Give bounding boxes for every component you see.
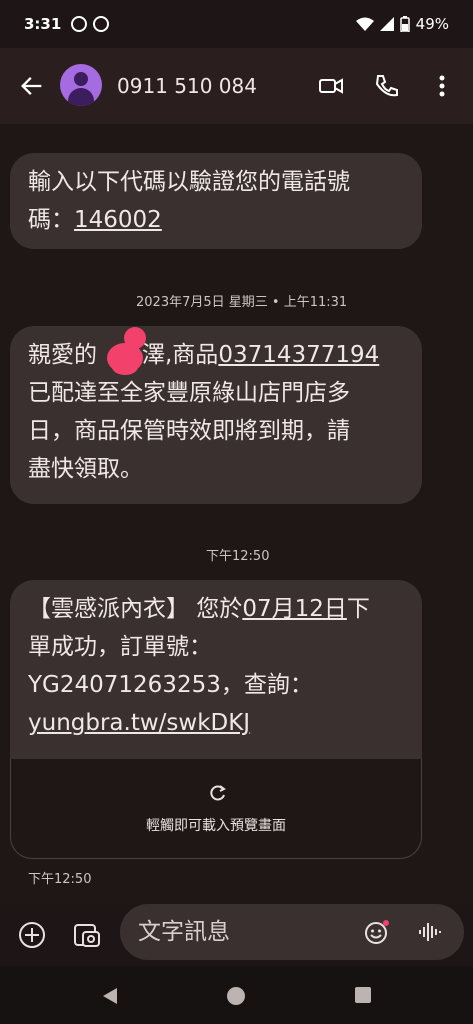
message-text: 下 [346, 596, 370, 622]
status-time: 3:31 [24, 15, 62, 33]
message-text: 輸入以下代碼以驗證您的電話號 [28, 169, 350, 195]
nav-home-icon[interactable] [226, 986, 246, 1006]
more-vert-icon[interactable] [428, 72, 456, 100]
contact-name[interactable]: 0911 510 084 [117, 74, 257, 98]
message-text: 盡快領取。 [28, 456, 143, 482]
message-text: 碼： [28, 207, 74, 233]
message-text: 單成功，訂單號： [28, 634, 212, 660]
message-text: 日，商品保管時效即將到期，請 [28, 418, 350, 444]
message-input[interactable]: 文字訊息 [120, 904, 464, 960]
timestamp: 下午12:50 [206, 549, 270, 564]
redaction-mark [112, 359, 138, 375]
wifi-icon [355, 17, 374, 31]
message-text: 已配達至全家豐原綠山店門店多 [28, 380, 350, 406]
battery-icon [399, 16, 410, 32]
signal-icon [379, 17, 394, 31]
compose-bar: 文字訊息 [0, 904, 473, 966]
verification-code-link[interactable]: 146002 [74, 207, 162, 233]
voice-icon[interactable] [418, 921, 442, 943]
conversation-header: 0911 510 084 [0, 48, 473, 124]
video-call-icon[interactable] [317, 72, 345, 100]
link-preview-card[interactable]: 輕觸即可載入預覽畫面 [10, 759, 422, 859]
gallery-icon[interactable] [72, 920, 102, 950]
nav-back-icon[interactable] [100, 986, 120, 1006]
message-list: 輸入以下代碼以驗證您的電話號 碼：146002 2023年7月5日 星期三 • … [0, 124, 473, 904]
message-bubble[interactable]: 輸入以下代碼以驗證您的電話號 碼：146002 [10, 153, 422, 249]
message-bubble[interactable]: 【雲感派內衣】 您於07月12日下 單成功，訂單號： YG24071263253… [10, 580, 422, 760]
redaction-mark [124, 327, 146, 349]
back-arrow-icon[interactable] [18, 72, 46, 100]
phone-icon[interactable] [372, 72, 400, 100]
avatar[interactable] [60, 64, 102, 106]
message-text: YG24071263253，查詢： [28, 672, 313, 698]
message-text: 親愛的 [28, 342, 97, 368]
emoji-icon[interactable] [364, 919, 390, 945]
app-notification-icon [93, 16, 110, 32]
add-icon[interactable] [17, 920, 47, 950]
system-navigation-bar [0, 966, 473, 1024]
timestamp: 下午12:50 [28, 872, 92, 887]
timestamp: 2023年7月5日 星期三 • 上午11:31 [136, 295, 348, 310]
message-input-placeholder: 文字訊息 [138, 919, 230, 945]
nav-recents-icon[interactable] [354, 986, 372, 1004]
order-number-link[interactable]: 03714377194 [218, 342, 379, 368]
date-link[interactable]: 07月12日 [242, 596, 347, 622]
status-bar: 3:31 49% [0, 0, 473, 48]
url-link[interactable]: yungbra.tw/swkDKJ [28, 710, 250, 736]
preview-text: 輕觸即可載入預覽畫面 [146, 818, 286, 834]
battery-percent: 49% [415, 15, 449, 33]
reload-icon [210, 785, 226, 801]
message-bubble[interactable]: 親愛的 東澤,商品03714377194 已配達至全家豐原綠山店門店多 日，商品保… [10, 326, 422, 504]
message-text: 【雲感派內衣】 您於 [28, 596, 243, 622]
spotify-icon [71, 16, 88, 32]
